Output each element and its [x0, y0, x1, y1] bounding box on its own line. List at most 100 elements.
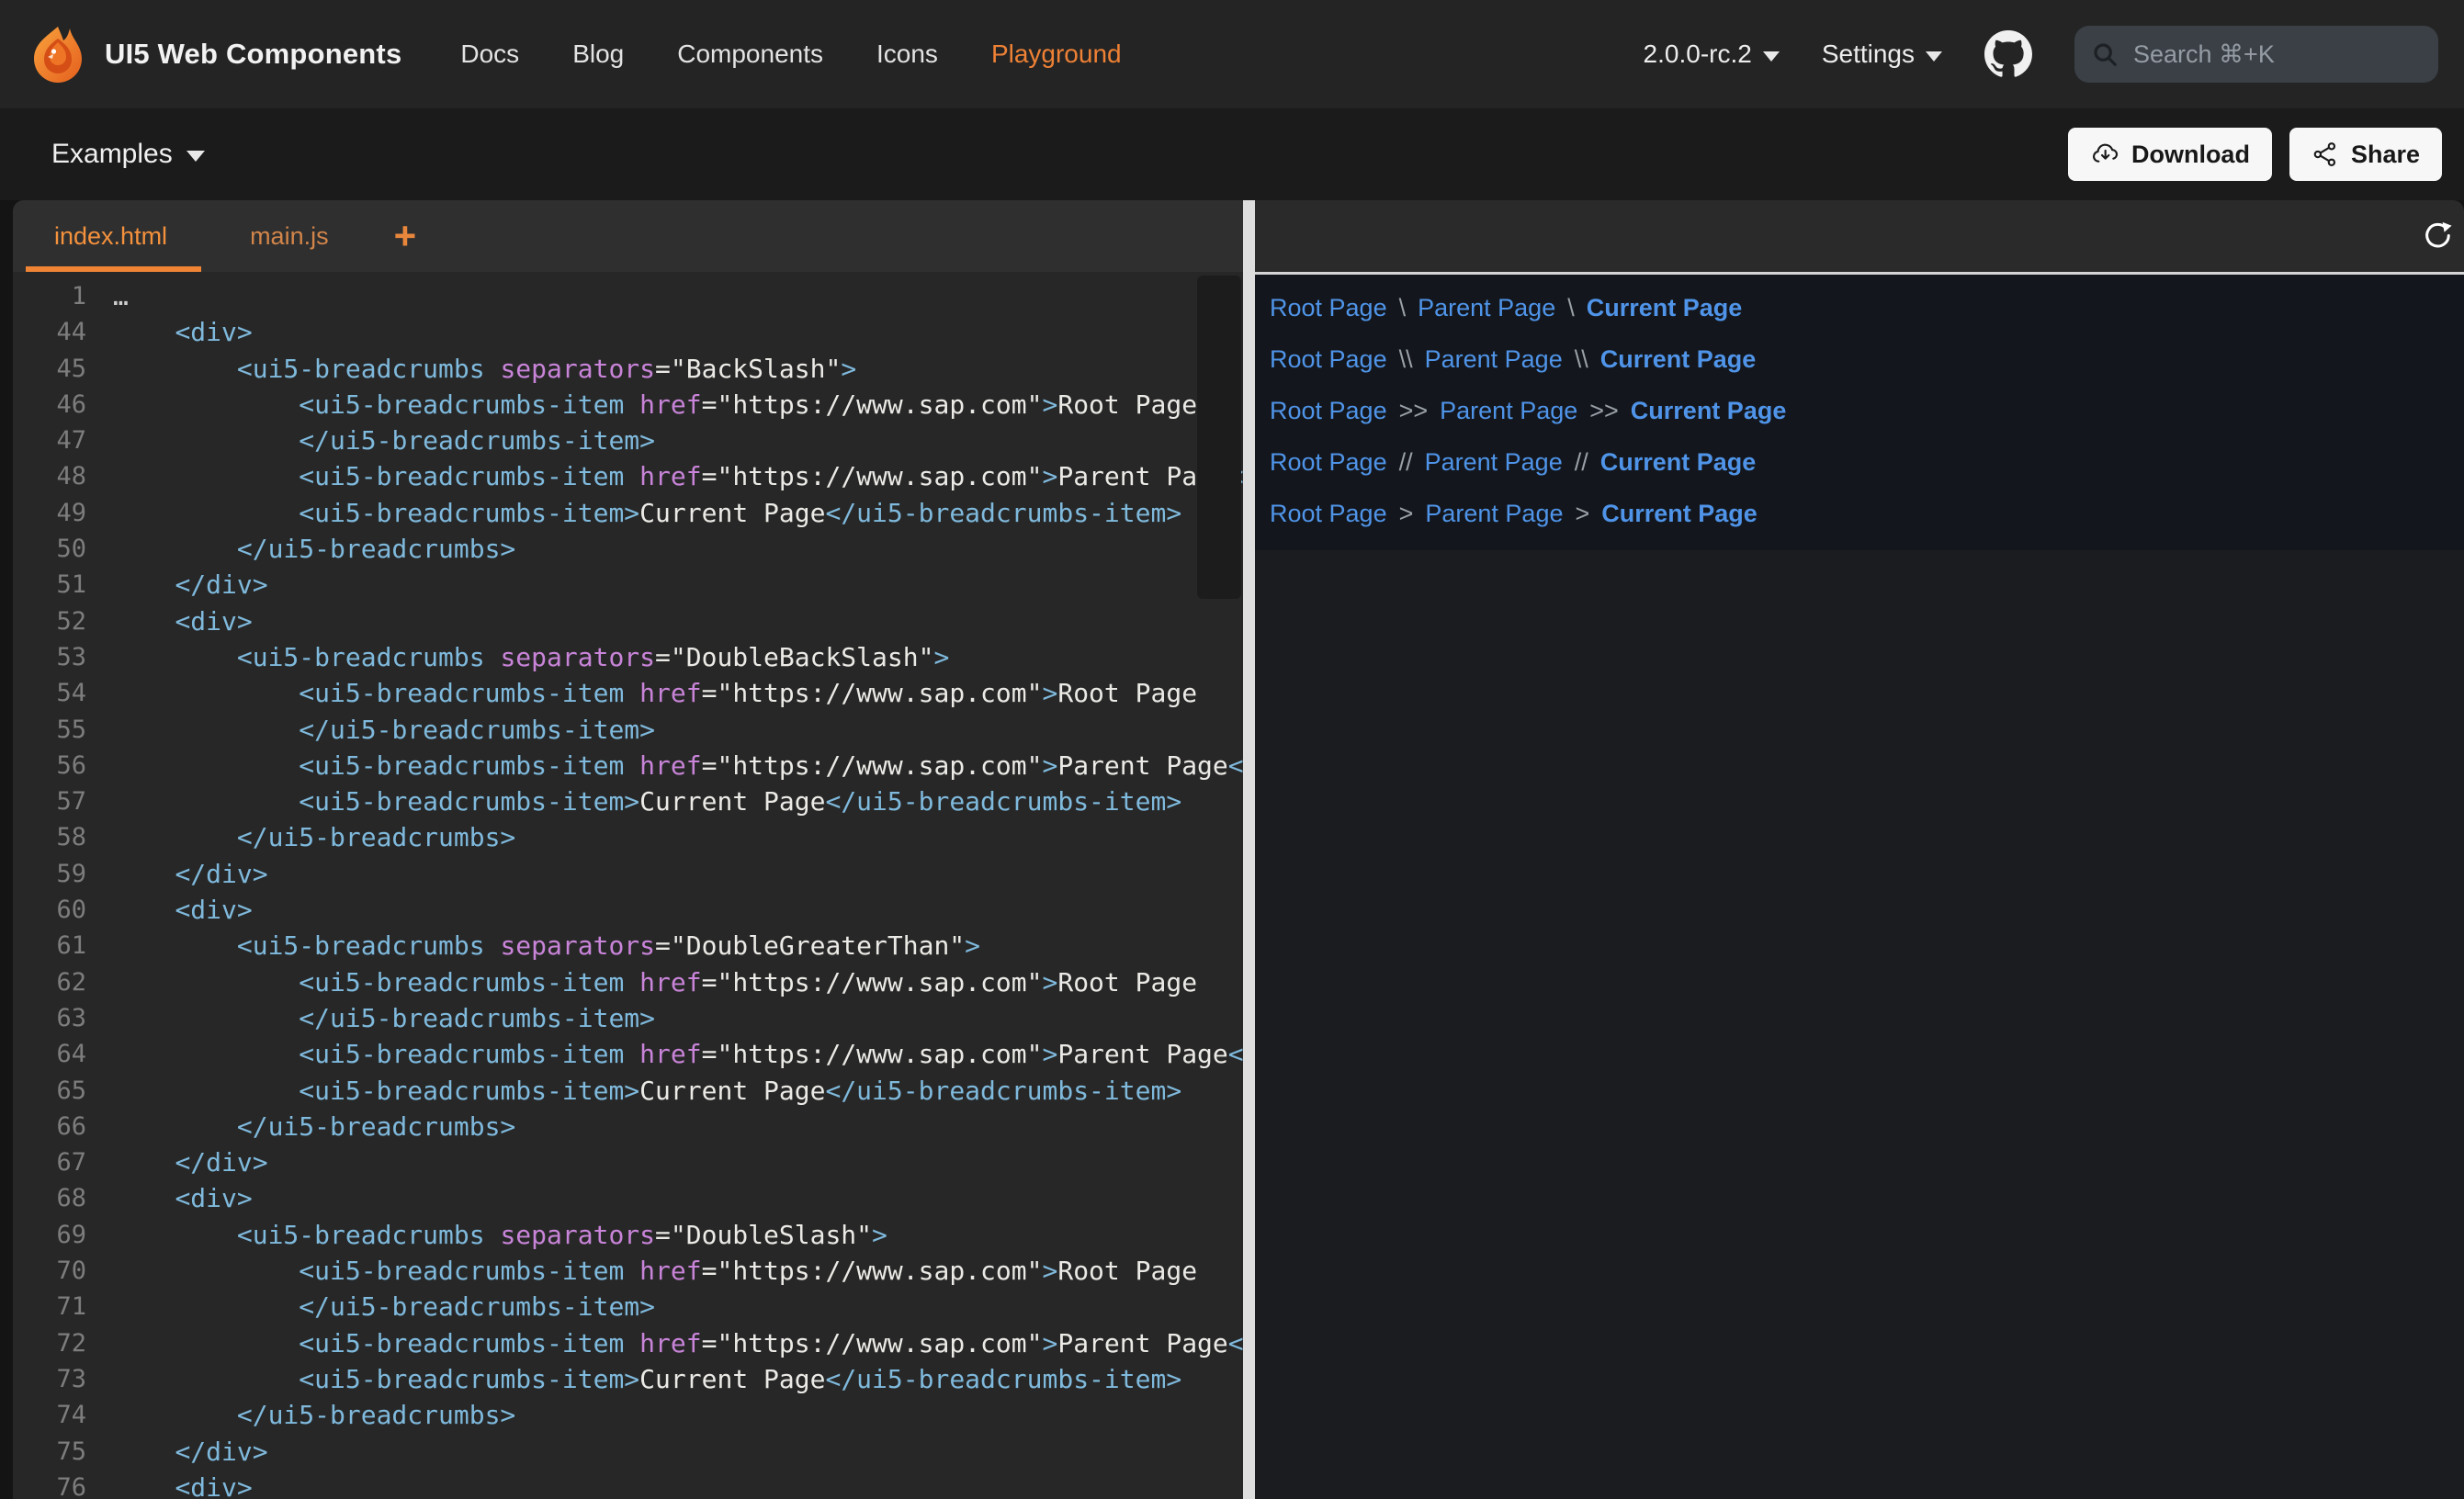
code-line[interactable]: 55 </ui5-breadcrumbs-item>	[13, 712, 1243, 748]
code-line[interactable]: 56 <ui5-breadcrumbs-item href="https://w…	[13, 748, 1243, 783]
download-button[interactable]: Download	[2068, 128, 2272, 181]
code-line[interactable]: 63 </ui5-breadcrumbs-item>	[13, 1000, 1243, 1036]
code-line[interactable]: 66 </ui5-breadcrumbs>	[13, 1109, 1243, 1144]
search-box[interactable]	[2074, 26, 2438, 83]
chevron-down-icon	[1926, 51, 1942, 62]
preview-frame: Root Page\Parent Page\Current PageRoot P…	[1255, 275, 2464, 550]
code-line[interactable]: 59 </div>	[13, 856, 1243, 892]
code-text: <ui5-breadcrumbs-item href="https://www.…	[86, 748, 1243, 783]
breadcrumb-link[interactable]: Parent Page	[1425, 345, 1563, 373]
code-line[interactable]: 71 </ui5-breadcrumbs-item>	[13, 1289, 1243, 1324]
breadcrumb-link[interactable]: Root Page	[1270, 294, 1387, 321]
code-line[interactable]: 61 <ui5-breadcrumbs separators="DoubleGr…	[13, 928, 1243, 964]
code-line[interactable]: 64 <ui5-breadcrumbs-item href="https://w…	[13, 1036, 1243, 1072]
breadcrumb-link[interactable]: Root Page	[1270, 448, 1387, 476]
breadcrumb-separator: //	[1575, 448, 1588, 476]
code-line[interactable]: 60 <div>	[13, 892, 1243, 928]
breadcrumb-link[interactable]: Parent Page	[1425, 448, 1563, 476]
line-number: 73	[13, 1361, 86, 1397]
breadcrumb-separator: >>	[1589, 397, 1619, 424]
code-text: <ui5-breadcrumbs-item>Current Page</ui5-…	[86, 495, 1181, 531]
breadcrumb-link[interactable]: Parent Page	[1425, 500, 1563, 527]
code-line[interactable]: 48 <ui5-breadcrumbs-item href="https://w…	[13, 458, 1243, 494]
code-text: <div>	[86, 603, 253, 639]
breadcrumb-link[interactable]: Parent Page	[1440, 397, 1577, 424]
nav-link-icons[interactable]: Icons	[876, 39, 938, 69]
code-line[interactable]: 74 </ui5-breadcrumbs>	[13, 1397, 1243, 1433]
code-line[interactable]: 68 <div>	[13, 1180, 1243, 1216]
code-line[interactable]: 50 </ui5-breadcrumbs>	[13, 531, 1243, 567]
line-number: 65	[13, 1073, 86, 1109]
version-dropdown[interactable]: 2.0.0-rc.2	[1644, 39, 1780, 69]
code-text: </ui5-breadcrumbs-item>	[86, 1000, 655, 1036]
share-label: Share	[2351, 141, 2420, 169]
brand-title[interactable]: UI5 Web Components	[105, 38, 401, 71]
line-number: 59	[13, 856, 86, 892]
code-line[interactable]: 47 </ui5-breadcrumbs-item>	[13, 423, 1243, 458]
breadcrumb-link[interactable]: Root Page	[1270, 500, 1387, 527]
code-line[interactable]: 67 </div>	[13, 1144, 1243, 1180]
code-line[interactable]: 45 <ui5-breadcrumbs separators="BackSlas…	[13, 351, 1243, 387]
share-button[interactable]: Share	[2289, 128, 2442, 181]
line-number: 57	[13, 783, 86, 819]
nav-link-blog[interactable]: Blog	[572, 39, 624, 69]
code-text: </div>	[86, 856, 268, 892]
code-text: <div>	[86, 892, 253, 928]
scrollbar-thumb[interactable]	[1197, 276, 1241, 599]
refresh-icon[interactable]	[2422, 220, 2453, 252]
settings-dropdown[interactable]: Settings	[1822, 39, 1942, 69]
code-line[interactable]: 75 </div>	[13, 1434, 1243, 1470]
code-line[interactable]: 70 <ui5-breadcrumbs-item href="https://w…	[13, 1253, 1243, 1289]
code-text: <div>	[86, 314, 253, 350]
code-text: <div>	[86, 1470, 253, 1499]
code-line[interactable]: 52 <div>	[13, 603, 1243, 639]
code-text: <ui5-breadcrumbs-item href="https://www.…	[86, 387, 1197, 423]
examples-dropdown[interactable]: Examples	[51, 139, 205, 170]
nav-link-playground[interactable]: Playground	[991, 39, 1122, 69]
code-line[interactable]: 69 <ui5-breadcrumbs separators="DoubleSl…	[13, 1217, 1243, 1253]
line-number: 64	[13, 1036, 86, 1072]
line-number: 75	[13, 1434, 86, 1470]
nav-link-components[interactable]: Components	[677, 39, 823, 69]
breadcrumb: Root Page>Parent Page>Current Page	[1270, 488, 2464, 539]
code-line[interactable]: 58 </ui5-breadcrumbs>	[13, 819, 1243, 855]
code-text: </div>	[86, 1144, 268, 1180]
code-line[interactable]: 53 <ui5-breadcrumbs separators="DoubleBa…	[13, 639, 1243, 675]
tab-main.js[interactable]: main.js	[209, 200, 370, 272]
code-line[interactable]: 46 <ui5-breadcrumbs-item href="https://w…	[13, 387, 1243, 423]
pane-divider[interactable]	[1243, 200, 1255, 1499]
code-line[interactable]: 76 <div>	[13, 1470, 1243, 1499]
code-line[interactable]: 72 <ui5-breadcrumbs-item href="https://w…	[13, 1325, 1243, 1361]
code-editor: index.htmlmain.js+ 1…44 <div>45 <ui5-bre…	[13, 200, 1243, 1499]
code-text: <ui5-breadcrumbs-item>Current Page</ui5-…	[86, 783, 1181, 819]
code-line[interactable]: 1…	[13, 278, 1243, 314]
code-lines[interactable]: 1…44 <div>45 <ui5-breadcrumbs separators…	[13, 272, 1243, 1499]
breadcrumb-separator: >	[1399, 500, 1414, 527]
code-line[interactable]: 57 <ui5-breadcrumbs-item>Current Page</u…	[13, 783, 1243, 819]
code-text: <ui5-breadcrumbs separators="DoubleSlash…	[86, 1217, 887, 1253]
line-number: 54	[13, 675, 86, 711]
breadcrumb-link[interactable]: Root Page	[1270, 345, 1387, 373]
nav-link-docs[interactable]: Docs	[460, 39, 519, 69]
code-line[interactable]: 49 <ui5-breadcrumbs-item>Current Page</u…	[13, 495, 1243, 531]
code-text: </ui5-breadcrumbs-item>	[86, 712, 655, 748]
top-nav: UI5 Web Components Docs Blog Components Ico…	[0, 0, 2464, 108]
code-line[interactable]: 54 <ui5-breadcrumbs-item href="https://w…	[13, 675, 1243, 711]
breadcrumb-link[interactable]: Parent Page	[1418, 294, 1555, 321]
breadcrumb-link[interactable]: Root Page	[1270, 397, 1387, 424]
code-line[interactable]: 65 <ui5-breadcrumbs-item>Current Page</u…	[13, 1073, 1243, 1109]
ui5-logo-icon[interactable]	[29, 24, 86, 85]
code-text: </ui5-breadcrumbs-item>	[86, 1289, 655, 1324]
code-line[interactable]: 62 <ui5-breadcrumbs-item href="https://w…	[13, 964, 1243, 1000]
github-icon[interactable]	[1984, 30, 2032, 78]
code-text: <ui5-breadcrumbs-item>Current Page</ui5-…	[86, 1361, 1181, 1397]
code-line[interactable]: 73 <ui5-breadcrumbs-item>Current Page</u…	[13, 1361, 1243, 1397]
code-text: </ui5-breadcrumbs>	[86, 1109, 515, 1144]
code-line[interactable]: 51 </div>	[13, 567, 1243, 603]
search-input[interactable]	[2131, 39, 2422, 70]
add-tab-button[interactable]: +	[370, 200, 441, 272]
tab-index.html[interactable]: index.html	[13, 200, 209, 272]
code-line[interactable]: 44 <div>	[13, 314, 1243, 350]
code-text: </ui5-breadcrumbs>	[86, 1397, 515, 1433]
line-number: 49	[13, 495, 86, 531]
